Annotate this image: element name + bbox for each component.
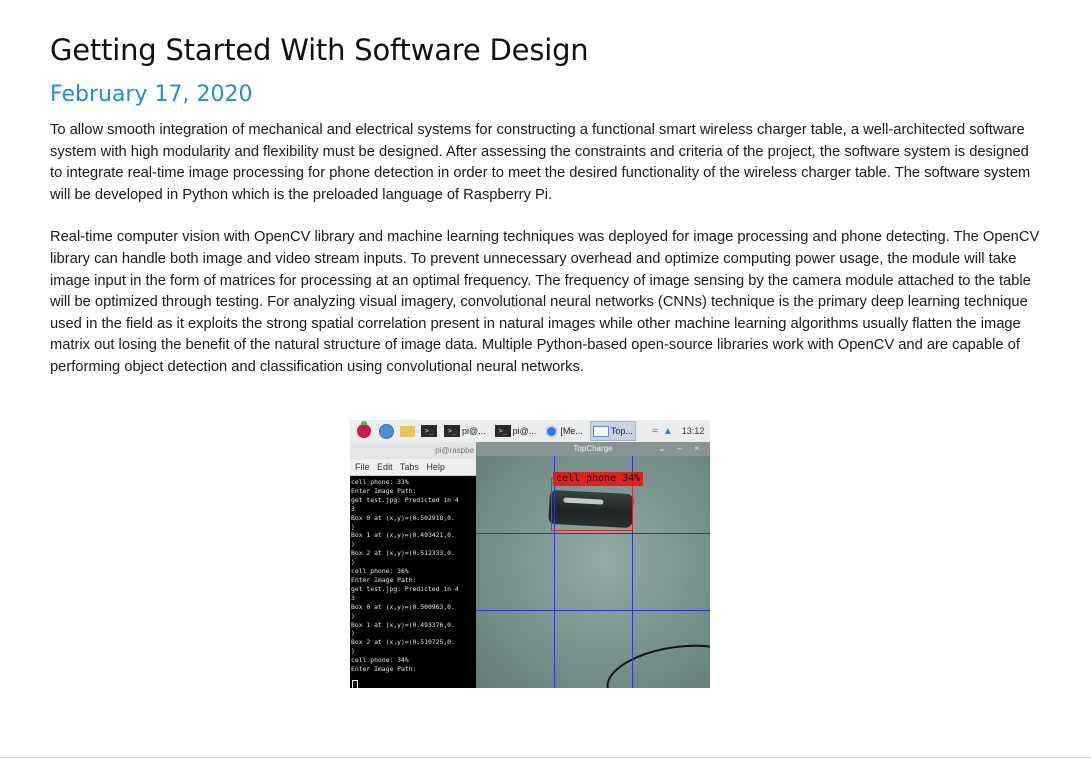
paragraph-intro: To allow smooth integration of mechanica… xyxy=(50,122,1031,203)
terminal-menu: File Edit Tabs Help xyxy=(350,459,476,476)
folder-icon xyxy=(400,425,415,437)
terminal-menu-help: Help xyxy=(426,462,445,472)
detection-label: cell phone 34% xyxy=(553,472,644,486)
taskbar-clock: 13:12 xyxy=(681,426,705,436)
terminal-cursor xyxy=(352,680,358,688)
grid-line-horizontal xyxy=(476,610,710,611)
taskbar-label: Top... xyxy=(610,426,633,436)
terminal-icon: >_ xyxy=(494,425,511,437)
topcharge-titlebar: TopCharge ⌄ – × xyxy=(476,442,710,456)
taskbar-topcharge: Top... xyxy=(589,421,636,441)
cable-image xyxy=(602,636,710,688)
window-controls: ⌄ – × xyxy=(658,444,704,453)
terminal-icon: >_ xyxy=(444,425,460,437)
raspberry-pi-menu-icon xyxy=(357,421,371,438)
blog-post: Getting Started With Software Design Feb… xyxy=(50,28,1045,379)
raspberry-pi-taskbar: >_ >_ pi@... >_ pi@... [Me... Top... ≈ ▲… xyxy=(350,420,710,442)
taskbar-terminal-2: >_ pi@... xyxy=(493,422,539,440)
grid-line-horizontal xyxy=(476,533,710,534)
topcharge-title: TopCharge xyxy=(573,444,613,453)
post-title: Getting Started With Software Design xyxy=(50,33,589,67)
terminal-title: pi@raspbe xyxy=(350,442,476,459)
bottom-divider xyxy=(0,757,1091,758)
terminal-output: cell phone: 33% Enter Image Path: get te… xyxy=(351,478,459,674)
terminal-menu-file: File xyxy=(355,462,370,472)
taskbar-terminal-1: >_ pi@... xyxy=(442,422,488,440)
terminal-menu-edit: Edit xyxy=(377,462,393,472)
taskbar-label: [Me... xyxy=(560,426,583,436)
browser-icon xyxy=(379,423,394,439)
paragraph-opencv: Real-time computer vision with OpenCV li… xyxy=(50,229,1040,375)
wifi-icon: ≈ xyxy=(651,425,658,437)
topcharge-window: TopCharge ⌄ – × cell phone 34% xyxy=(476,442,710,688)
terminal-icon: >_ xyxy=(421,425,437,437)
terminal-menu-tabs: Tabs xyxy=(399,462,419,472)
camera-view: cell phone 34% xyxy=(476,456,710,688)
screenshot-figure: >_ >_ pi@... >_ pi@... [Me... Top... ≈ ▲… xyxy=(350,420,710,688)
taskbar-label: pi@... xyxy=(462,426,486,436)
taskbar-label: pi@... xyxy=(512,426,537,436)
terminal-window: pi@raspbe File Edit Tabs Help cell phone… xyxy=(350,442,476,688)
window-icon xyxy=(592,425,609,437)
post-date: February 17, 2020 xyxy=(50,82,253,107)
taskbar-chrome: [Me... xyxy=(543,422,585,440)
volume-icon: ▲ xyxy=(662,425,673,437)
chrome-icon xyxy=(545,424,559,438)
